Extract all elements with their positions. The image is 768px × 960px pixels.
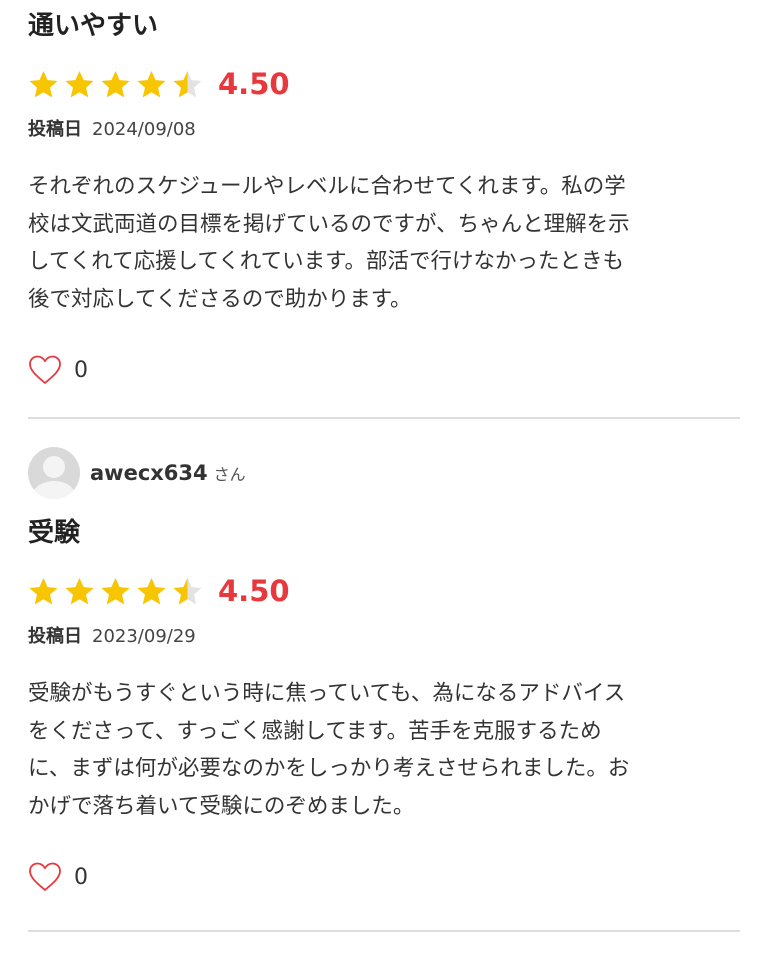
star-icon <box>101 70 130 97</box>
review-title: 通いやすい <box>28 11 159 41</box>
review-body: 受験がもうすぐという時に焦っていても、為になるアドバイス をくださって、すっごく… <box>28 681 630 819</box>
like-count: 0 <box>74 357 88 383</box>
star-icon <box>65 577 94 604</box>
star-icon <box>65 70 94 97</box>
like-button[interactable]: 0 <box>28 350 740 390</box>
rating-score: 4.50 <box>218 574 290 608</box>
post-date-value: 2023/09/29 <box>92 626 196 647</box>
star-rating <box>28 69 208 100</box>
star-icon <box>173 577 202 604</box>
post-date-value: 2024/09/08 <box>92 119 196 140</box>
star-icon <box>137 577 166 604</box>
review-rating: 4.50 <box>28 569 740 613</box>
star-icon <box>29 577 58 604</box>
reviewer-suffix: さん <box>213 465 246 484</box>
star-icon <box>173 70 202 97</box>
like-button[interactable]: 0 <box>28 857 740 897</box>
post-date: 投稿日 2024/09/08 <box>28 116 740 144</box>
review-card: 通いやすい 4.50 投稿日 2024/09/08 それぞれのスケジュールやレベル… <box>28 0 740 390</box>
post-date-label: 投稿日 <box>28 626 82 647</box>
review-body: それぞれのスケジュールやレベルに合わせてくれます。私の学 校は文武両道の目標を掲… <box>28 174 630 312</box>
review-rating: 4.50 <box>28 62 740 106</box>
rating-score: 4.50 <box>218 67 290 101</box>
post-date-label: 投稿日 <box>28 119 82 140</box>
review-list: 通いやすい 4.50 投稿日 2024/09/08 それぞれのスケジュールやレベル… <box>0 0 768 960</box>
post-date: 投稿日 2023/09/29 <box>28 623 740 651</box>
like-count: 0 <box>74 864 88 890</box>
star-rating <box>28 576 208 607</box>
divider <box>28 417 740 419</box>
reviewer-name[interactable]: awecx634 <box>90 461 208 485</box>
divider <box>28 930 740 932</box>
review-card: awecx634 さん 受験 4.50 投稿日 2023/09/29 受験がもうす… <box>28 445 740 897</box>
star-icon <box>137 70 166 97</box>
reviewer-info: awecx634 さん <box>28 445 740 501</box>
star-icon <box>101 577 130 604</box>
heart-icon[interactable] <box>28 862 62 892</box>
user-avatar-icon <box>28 447 80 499</box>
heart-icon[interactable] <box>28 355 62 385</box>
star-icon <box>29 70 58 97</box>
review-title: 受験 <box>28 518 81 548</box>
